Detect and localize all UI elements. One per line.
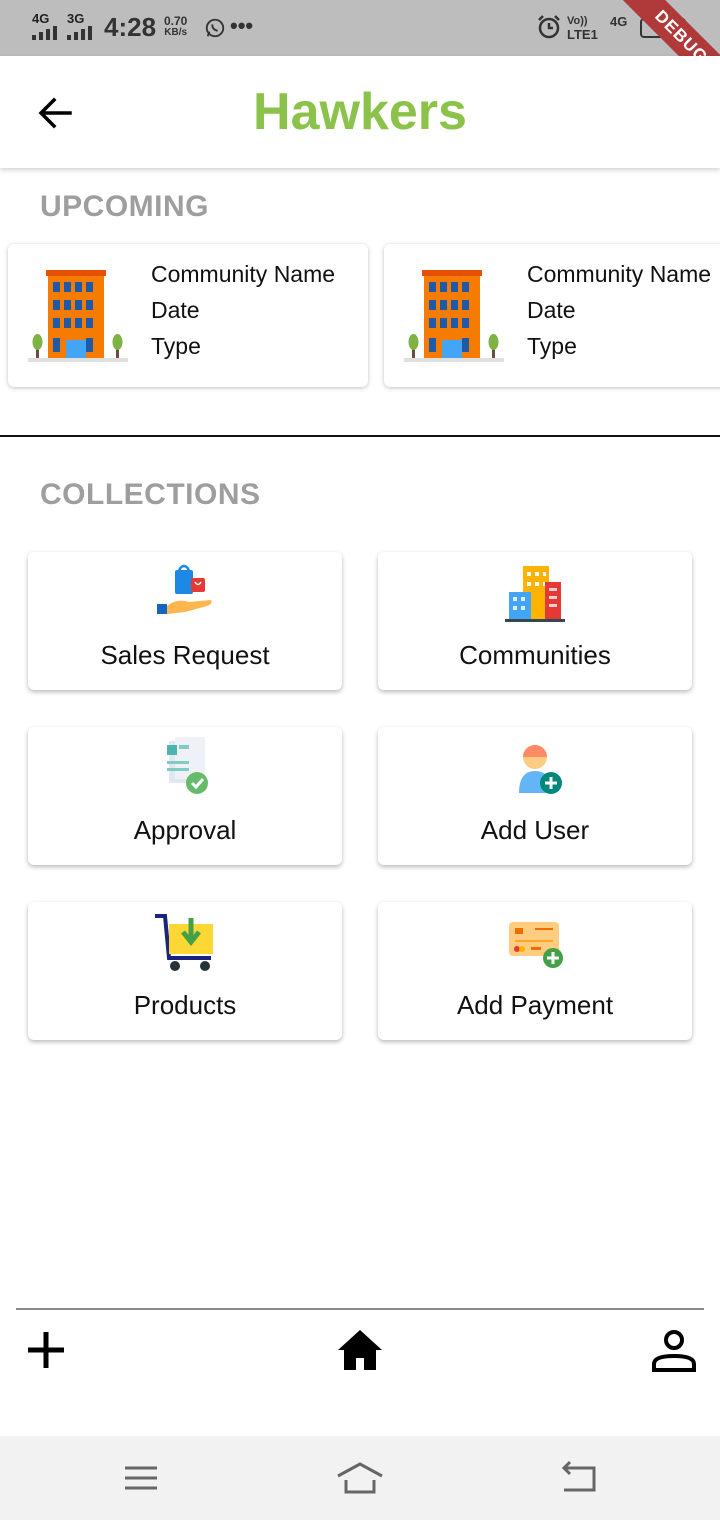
speed-value: 0.70 [164,14,188,28]
upcoming-card-details: Community Name Date Type [151,256,335,364]
shopping-hand-icon [157,564,212,614]
community-name: Community Name [151,261,336,287]
event-date: Date [527,297,576,323]
event-type: Type [527,333,577,359]
network-type-3: 4G [610,14,628,29]
whatsapp-icon [205,18,225,38]
home-icon[interactable] [336,1326,384,1374]
building-icon [404,270,504,362]
upcoming-card[interactable]: Community Name Date Type [384,244,720,387]
person-icon[interactable] [650,1326,698,1374]
volte-label: Vo)) [567,15,588,27]
add-user-label: Add User [480,815,590,845]
home-outline-icon[interactable] [336,1460,384,1496]
add-card-icon [509,922,563,968]
cart-download-icon [155,914,213,971]
event-type: Type [151,333,201,359]
sales-request-label: Sales Request [100,640,270,670]
upcoming-card-details: Community Name Date Type [527,256,711,364]
plus-icon[interactable] [22,1326,70,1374]
add-user-button[interactable]: Add User [378,727,692,865]
city-buildings-icon [505,566,565,622]
upcoming-title: UPCOMING [40,190,209,223]
products-button[interactable]: Products [28,902,342,1040]
system-navigation-bar [0,1436,720,1520]
alarm-icon [538,15,560,39]
signal-bars-1-icon [32,26,57,40]
add-user-icon [519,745,562,794]
upcoming-card[interactable]: Community Name Date Type [8,244,368,387]
bottom-nav-divider [16,1308,704,1310]
page-title: Hawkers [253,83,467,141]
lte-label: LTE1 [567,27,598,42]
approval-button[interactable]: Approval [28,727,342,865]
more-notifications-icon: ••• [230,13,254,38]
network-type-1: 4G [32,11,50,26]
add-payment-button[interactable]: Add Payment [378,902,692,1040]
approved-document-icon [167,737,208,794]
products-label: Products [133,990,237,1020]
back-icon[interactable] [558,1460,598,1496]
approval-label: Approval [133,815,237,845]
section-divider [0,435,720,437]
community-name: Community Name [527,261,712,287]
add-payment-label: Add Payment [456,990,614,1020]
status-time: 4:28 [104,12,157,42]
menu-icon[interactable] [121,1460,161,1496]
event-date: Date [151,297,200,323]
network-type-2: 3G [67,11,85,26]
status-bar: 4G 3G 4:28 0.70 KB/s ••• Vo)) LTE1 4G DE… [0,0,720,56]
volte-indicator: Vo)) LTE1 [567,14,598,42]
communities-button[interactable]: Communities [378,552,692,690]
collections-title: COLLECTIONS [40,478,261,511]
building-icon [28,270,128,362]
speed-unit: KB/s [164,27,188,38]
communities-label: Communities [459,640,611,670]
signal-bars-2-icon [67,26,92,40]
network-speed: 0.70 KB/s [164,15,187,39]
app-bar: Hawkers [0,56,720,168]
sales-request-button[interactable]: Sales Request [28,552,342,690]
